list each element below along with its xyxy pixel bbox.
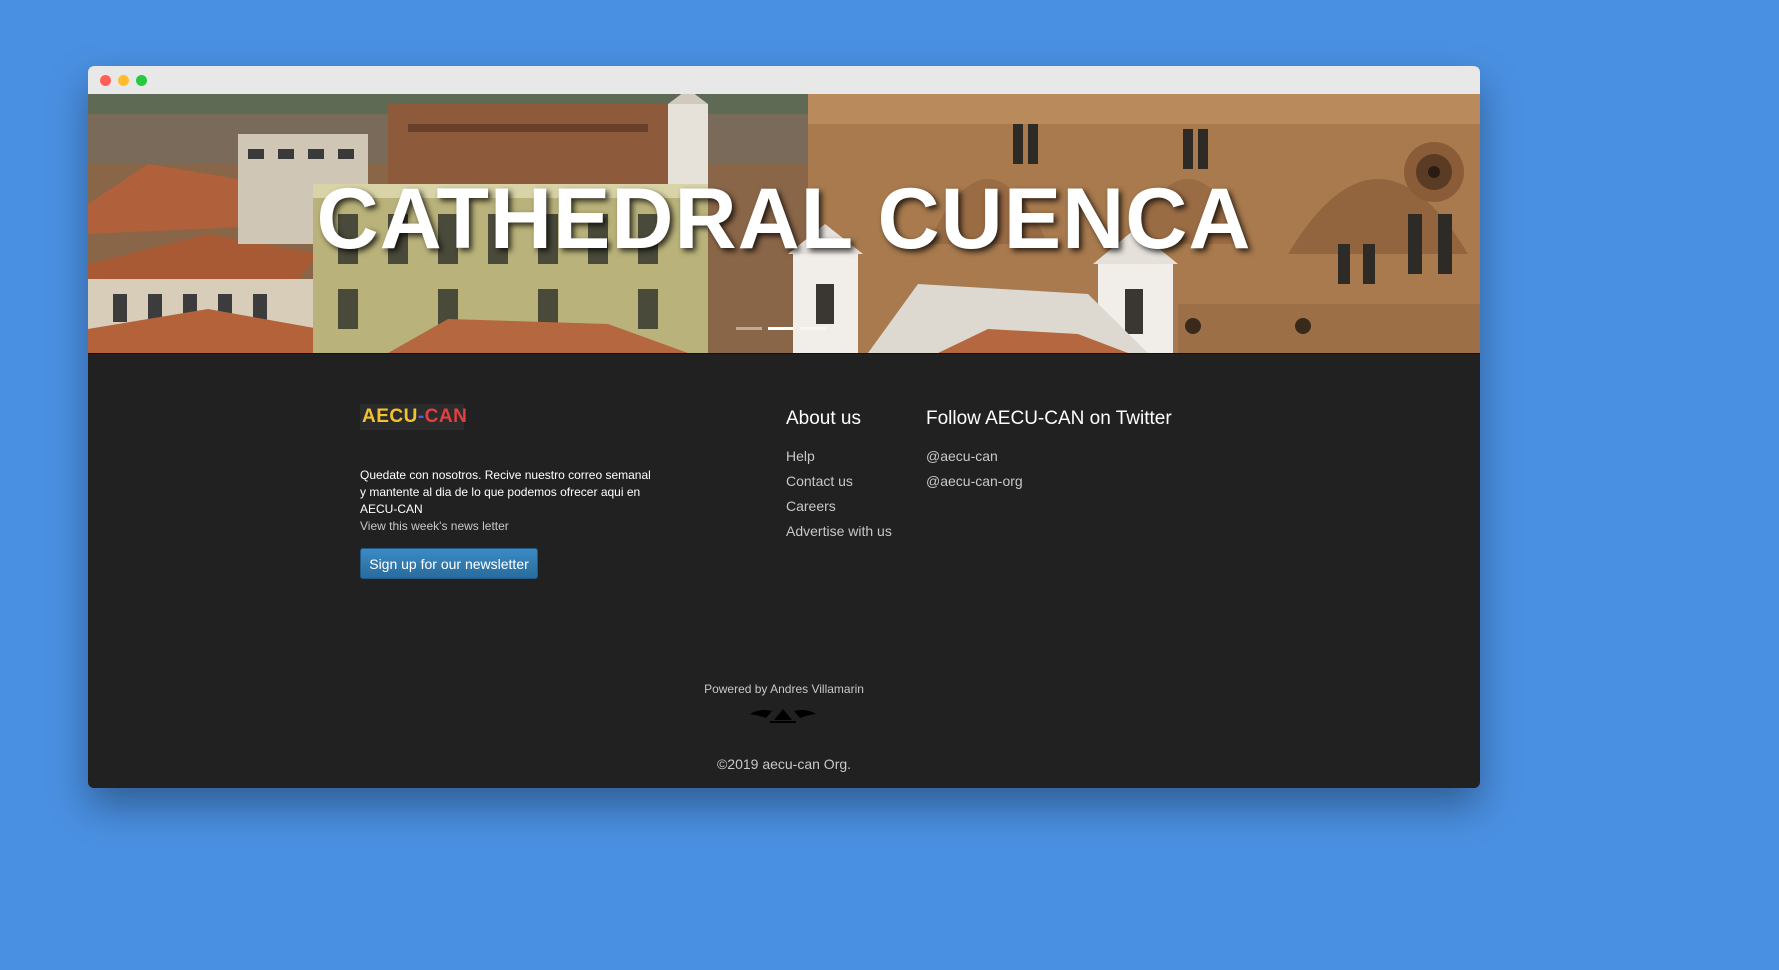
author-logo-icon — [750, 709, 816, 723]
footer-link-contact-us[interactable]: Contact us — [786, 469, 892, 494]
twitter-heading: Follow AECU-CAN on Twitter — [926, 408, 1172, 429]
maximize-window-button[interactable] — [136, 75, 147, 86]
logo-text-part3: CAN — [424, 406, 468, 427]
newsletter-description: Quedate con nosotros. Recive nuestro cor… — [360, 468, 651, 516]
browser-window: CATHEDRAL CUENCA AECU - CAN Quedate con no… — [88, 66, 1480, 788]
carousel-indicator-3[interactable] — [800, 327, 826, 330]
minimize-window-button[interactable] — [118, 75, 129, 86]
carousel-indicator-1[interactable] — [736, 327, 762, 330]
close-window-button[interactable] — [100, 75, 111, 86]
twitter-column: Follow AECU-CAN on Twitter @aecu-can @ae… — [926, 408, 1172, 494]
hero-carousel: CATHEDRAL CUENCA — [88, 94, 1480, 353]
twitter-handle-link[interactable]: @aecu-can — [926, 444, 1172, 469]
site-footer: AECU - CAN Quedate con nosotros. Recive nu… — [88, 353, 1480, 788]
powered-by-text: Powered by Andres Villamarin — [704, 682, 864, 696]
copyright-text: ©2019 aecu-can Org. — [716, 756, 852, 772]
window-titlebar — [88, 66, 1480, 94]
hero-title: CATHEDRAL CUENCA — [316, 171, 1252, 267]
footer-link-advertise[interactable]: Advertise with us — [786, 519, 892, 544]
aecu-can-logo[interactable]: AECU - CAN — [360, 404, 467, 430]
about-us-heading: About us — [786, 408, 861, 429]
twitter-handle-link[interactable]: @aecu-can-org — [926, 469, 1172, 494]
carousel-indicator-2[interactable] — [768, 327, 794, 330]
carousel-indicators — [736, 327, 826, 330]
about-us-column: About us Help Contact us Careers Adverti… — [786, 408, 892, 544]
newsletter-signup-button[interactable]: Sign up for our newsletter — [360, 548, 538, 579]
logo-text-part1: AECU — [362, 406, 418, 427]
weekly-newsletter-link[interactable]: View this week's news letter — [360, 519, 509, 533]
footer-link-help[interactable]: Help — [786, 444, 892, 469]
footer-link-careers[interactable]: Careers — [786, 494, 892, 519]
logo-text-part2: - — [417, 406, 425, 427]
